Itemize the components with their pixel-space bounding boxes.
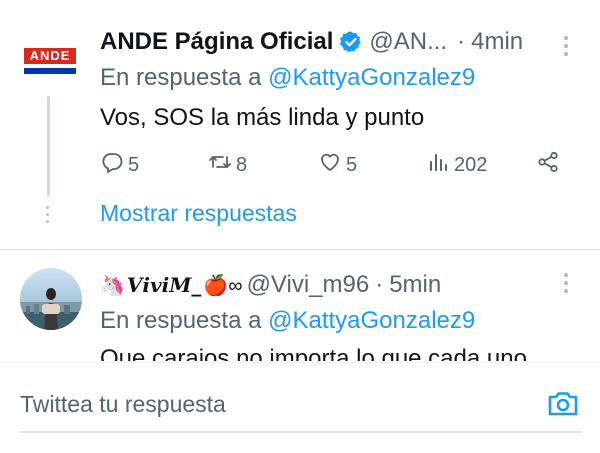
timestamp[interactable]: 5min	[389, 271, 441, 299]
views-button[interactable]: 202	[426, 150, 487, 180]
tweet-vivi[interactable]: 🦄 𝑽𝒊𝒗𝒊𝑴_ 🍎∞ @Vivi_m96 · 5min En respuest…	[0, 251, 600, 361]
views-count: 202	[454, 153, 488, 176]
share-button[interactable]	[536, 150, 560, 180]
timestamp[interactable]: 4min	[471, 28, 523, 56]
reply-prefix: En respuesta a	[100, 64, 262, 91]
tweet-text: Vos, SOS la más linda y punto	[100, 104, 425, 131]
compose-underline	[20, 431, 582, 433]
like-count: 5	[346, 153, 358, 176]
unicorn-icon: 🦄	[100, 274, 125, 297]
author-handle[interactable]: @AN...	[369, 28, 447, 56]
tweet-text: Que carajos no importa lo que cada uno	[100, 345, 527, 361]
reply-count: 5	[128, 153, 140, 176]
retweet-count: 8	[236, 153, 248, 176]
reply-context: En respuesta a @KattyaGonzalez9	[100, 307, 475, 335]
author-handle[interactable]: @Vivi_m96	[247, 271, 370, 299]
tweet-ande[interactable]: ANDE ANDE Página Oficial @AN... · 4min E…	[0, 0, 600, 250]
retweet-icon	[208, 150, 232, 180]
verified-badge-icon	[339, 30, 363, 54]
tweet-actions: 5 8 5 202	[100, 150, 570, 180]
retweet-button[interactable]: 8	[208, 150, 247, 180]
camera-icon[interactable]	[546, 387, 580, 421]
reply-compose-bar: Twittea tu respuesta	[0, 362, 600, 453]
reply-button[interactable]: 5	[100, 150, 139, 180]
separator-dot: ·	[457, 28, 466, 55]
avatar[interactable]	[20, 268, 82, 330]
author-name[interactable]: ANDE Página Oficial	[100, 28, 333, 56]
thread-dots	[46, 206, 52, 223]
tweet-header: ANDE Página Oficial @AN... · 4min	[100, 28, 523, 56]
reply-icon	[100, 150, 124, 180]
views-icon	[426, 150, 450, 180]
avatar[interactable]: ANDE	[22, 40, 78, 82]
reply-context: En respuesta a @KattyaGonzalez9	[100, 64, 475, 92]
like-button[interactable]: 5	[318, 150, 357, 180]
reply-prefix: En respuesta a	[100, 307, 262, 334]
show-replies-link[interactable]: Mostrar respuestas	[100, 200, 297, 227]
thread-line	[47, 96, 50, 196]
more-options-icon[interactable]	[564, 36, 570, 56]
reply-input[interactable]: Twittea tu respuesta	[20, 391, 226, 418]
share-icon	[536, 150, 560, 180]
like-icon	[318, 150, 342, 180]
separator-dot: ·	[375, 271, 384, 298]
tweet-header: 🦄 𝑽𝒊𝒗𝒊𝑴_ 🍎∞ @Vivi_m96 · 5min	[100, 271, 441, 299]
reply-mention[interactable]: @KattyaGonzalez9	[268, 307, 475, 334]
more-options-icon[interactable]	[564, 273, 570, 293]
avatar-logo-text: ANDE	[29, 48, 71, 63]
reply-mention[interactable]: @KattyaGonzalez9	[268, 64, 475, 91]
tweet-divider	[0, 249, 600, 250]
author-name[interactable]: 𝑽𝒊𝒗𝒊𝑴_	[127, 273, 201, 297]
author-name-suffix: 🍎∞	[203, 274, 243, 297]
